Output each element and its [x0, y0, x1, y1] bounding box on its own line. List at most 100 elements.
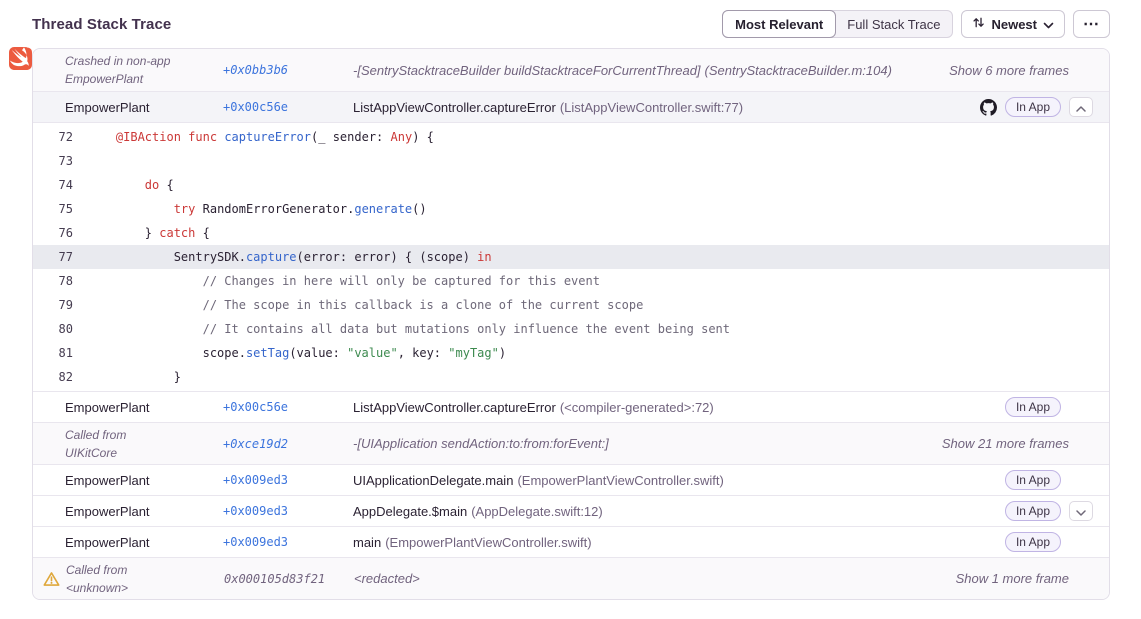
highlighted-code-line: 77 SentrySDK.capture(error: error) { (sc…	[33, 245, 1109, 269]
frame-function: UIApplicationDelegate.main(EmpowerPlantV…	[353, 473, 993, 488]
code-line: 79 // The scope in this callback is a cl…	[33, 293, 1109, 317]
show-more-frames-link[interactable]: Show 21 more frames	[942, 436, 1093, 451]
frame-package-line: <unknown>	[66, 579, 224, 597]
expander-spacer	[1069, 470, 1093, 490]
code-text: try RandomErrorGenerator.generate()	[87, 202, 427, 216]
frame-address: +0xce19d2	[223, 437, 353, 451]
expander-spacer	[1069, 532, 1093, 552]
token-kw: in	[477, 250, 491, 264]
code-text: SentrySDK.capture(error: error) { (scope…	[87, 250, 492, 264]
frame-meta: In App	[1005, 532, 1093, 552]
code-line: 78 // Changes in here will only be captu…	[33, 269, 1109, 293]
show-more-frames-link[interactable]: Show 1 more frame	[956, 571, 1093, 586]
token-plain: (error: error) { (scope)	[297, 250, 478, 264]
chevron-up-icon	[1076, 100, 1086, 115]
frame-address: 0x000105d83f21	[224, 572, 354, 586]
frame-file-location: (<compiler-generated>:72)	[560, 400, 714, 415]
chevron-down-icon	[1076, 504, 1086, 519]
more-options-button[interactable]: ⋯	[1073, 10, 1110, 38]
chevron-down-icon	[1043, 17, 1054, 32]
function-name: -[SentryStacktraceBuilder buildStacktrac…	[353, 63, 701, 78]
stack-frame-row[interactable]: EmpowerPlant+0x009ed3AppDelegate.$main(A…	[33, 495, 1109, 526]
frame-package: EmpowerPlant	[65, 473, 223, 488]
code-text: // It contains all data but mutations on…	[87, 322, 730, 336]
line-number: 79	[33, 298, 73, 312]
frame-package: EmpowerPlant	[65, 535, 223, 550]
token-kw: @IBAction	[116, 130, 181, 144]
code-text: } catch {	[87, 226, 210, 240]
frame-address: +0x009ed3	[223, 473, 353, 487]
sort-button[interactable]: Newest	[961, 10, 1065, 38]
token-plain: {	[195, 226, 209, 240]
function-name: UIApplicationDelegate.main	[353, 473, 513, 488]
token-fn: captureError	[224, 130, 311, 144]
token-cm: // It contains all data but mutations on…	[203, 322, 730, 336]
line-number: 81	[33, 346, 73, 360]
frame-address: +0x00c56e	[223, 400, 353, 414]
token-plain: }	[87, 370, 181, 384]
token-kw: catch	[159, 226, 195, 240]
frame-package-line: UIKitCore	[65, 444, 223, 462]
stack-frame-row[interactable]: EmpowerPlant+0x00c56eListAppViewControll…	[33, 91, 1109, 122]
token-plain: RandomErrorGenerator.	[195, 202, 354, 216]
line-number: 72	[33, 130, 73, 144]
collapsed-frames-row[interactable]: Crashed in non-appEmpowerPlant+0x0bb3b6-…	[33, 49, 1109, 91]
frame-meta: In App	[1005, 397, 1093, 417]
frame-function: ListAppViewController.captureError(<comp…	[353, 400, 993, 415]
frame-package: Called fromUIKitCore	[65, 426, 223, 462]
token-fn: capture	[246, 250, 297, 264]
in-app-badge: In App	[1005, 501, 1061, 521]
line-number: 76	[33, 226, 73, 240]
frame-package-line: EmpowerPlant	[65, 70, 223, 88]
panel-header: Thread Stack Trace Most RelevantFull Sta…	[0, 0, 1141, 48]
frame-package: Crashed in non-appEmpowerPlant	[65, 52, 223, 88]
collapsed-frames-row[interactable]: Called fromUIKitCore+0xce19d2-[UIApplica…	[33, 422, 1109, 464]
code-line: 82 }	[33, 365, 1109, 389]
page-title: Thread Stack Trace	[32, 16, 171, 33]
token-cm: // The scope in this callback is a clone…	[203, 298, 644, 312]
code-line: 73	[33, 149, 1109, 173]
line-number: 73	[33, 154, 73, 168]
view-toggle: Most RelevantFull Stack Trace	[722, 10, 953, 38]
frame-function: main(EmpowerPlantViewController.swift)	[353, 535, 993, 550]
line-number: 78	[33, 274, 73, 288]
stack-trace-panel: Crashed in non-appEmpowerPlant+0x0bb3b6-…	[32, 48, 1110, 600]
frame-package-line: Called from	[65, 426, 223, 444]
toggle-full-stack-trace[interactable]: Full Stack Trace	[835, 11, 952, 37]
in-app-badge: In App	[1005, 97, 1061, 117]
token-kw: func	[188, 130, 217, 144]
frame-file-location: (SentryStacktraceBuilder.m:104)	[705, 63, 892, 78]
stack-frame-row[interactable]: EmpowerPlant+0x009ed3UIApplicationDelega…	[33, 464, 1109, 495]
token-plain: )	[499, 346, 506, 360]
expand-frame-button[interactable]	[1069, 501, 1093, 521]
code-text: // The scope in this callback is a clone…	[87, 298, 643, 312]
line-number: 75	[33, 202, 73, 216]
frame-function: -[UIApplication sendAction:to:from:forEv…	[353, 436, 930, 451]
token-plain: SentrySDK.	[87, 250, 246, 264]
github-icon[interactable]	[980, 99, 997, 116]
frame-package-line: Crashed in non-app	[65, 52, 223, 70]
frame-meta: In App	[980, 97, 1093, 117]
token-plain	[87, 178, 145, 192]
stack-frame-row[interactable]: EmpowerPlant+0x00c56eListAppViewControll…	[33, 391, 1109, 422]
function-name: -[UIApplication sendAction:to:from:forEv…	[353, 436, 609, 451]
token-kw: try	[174, 202, 196, 216]
function-name: ListAppViewController.captureError	[353, 100, 556, 115]
function-name: main	[353, 535, 381, 550]
collapsed-frames-row[interactable]: Called from<unknown>0x000105d83f21<redac…	[33, 557, 1109, 599]
frame-address: +0x009ed3	[223, 504, 353, 518]
frame-function: AppDelegate.$main(AppDelegate.swift:12)	[353, 504, 993, 519]
line-number: 82	[33, 370, 73, 384]
stack-frame-row[interactable]: EmpowerPlant+0x009ed3main(EmpowerPlantVi…	[33, 526, 1109, 557]
frame-meta: In App	[1005, 501, 1093, 521]
token-plain: , key:	[398, 346, 449, 360]
toggle-most-relevant[interactable]: Most Relevant	[722, 10, 836, 38]
line-number: 77	[33, 250, 73, 264]
token-kw: do	[145, 178, 159, 192]
code-line: 74 do {	[33, 173, 1109, 197]
collapse-frame-button[interactable]	[1069, 97, 1093, 117]
show-more-frames-link[interactable]: Show 6 more frames	[949, 63, 1093, 78]
sort-arrows-icon	[972, 16, 985, 32]
token-plain	[87, 298, 203, 312]
code-text: @IBAction func captureError(_ sender: An…	[87, 130, 434, 144]
